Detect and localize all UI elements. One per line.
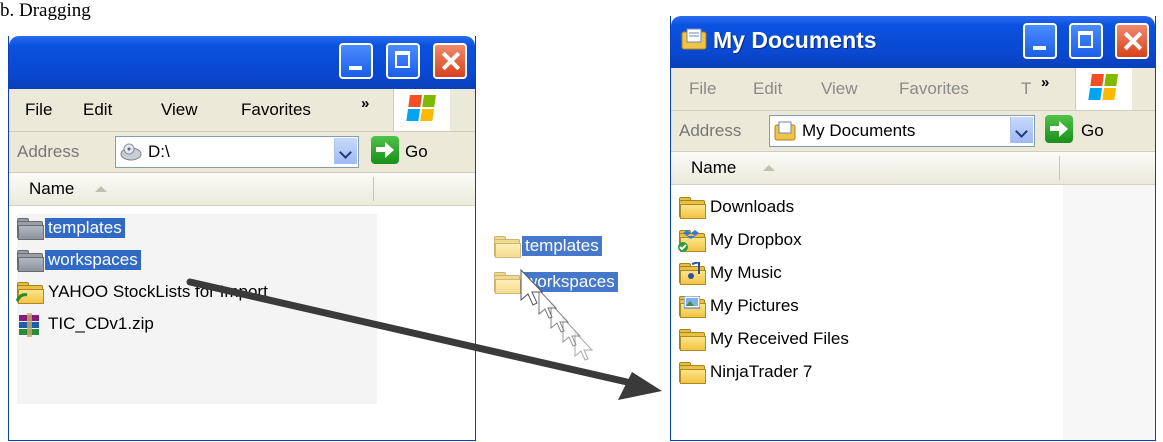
menu-favorites[interactable]: Favorites <box>241 100 311 120</box>
maximize-button[interactable] <box>386 43 420 79</box>
dropbox-folder-icon <box>678 229 706 252</box>
menu-overflow-chevron[interactable]: » <box>1041 74 1049 91</box>
title-bar[interactable]: My Documents <box>671 16 1155 68</box>
address-dropdown-button[interactable] <box>334 138 357 164</box>
column-header: Name <box>9 173 475 206</box>
menu-edit[interactable]: Edit <box>83 100 112 120</box>
column-separator[interactable] <box>373 177 374 201</box>
address-dropdown-button[interactable] <box>1010 117 1033 143</box>
menu-favorites[interactable]: Favorites <box>899 79 969 99</box>
folder-icon <box>679 361 706 384</box>
close-button[interactable] <box>433 43 467 79</box>
address-input[interactable]: D:\ <box>115 136 359 168</box>
column-name-header[interactable]: Name <box>29 179 74 199</box>
my-documents-icon <box>681 28 707 50</box>
shared-folder-icon <box>15 281 44 304</box>
sort-ascending-icon <box>95 186 107 192</box>
minimize-button[interactable] <box>1023 23 1057 59</box>
address-bar: Address D:\ Go <box>9 132 475 173</box>
go-button[interactable]: Go <box>1081 121 1104 141</box>
folder-icon <box>17 217 44 240</box>
cd-drive-icon <box>120 143 142 161</box>
windows-logo <box>393 89 450 131</box>
folder-icon <box>494 271 521 294</box>
go-button[interactable]: Go <box>405 142 428 162</box>
menu-edit[interactable]: Edit <box>753 79 782 99</box>
figure-caption: b. Dragging <box>0 0 91 21</box>
folder-icon <box>494 235 521 258</box>
window-title: My Documents <box>713 27 877 53</box>
folder-icon <box>679 196 706 219</box>
drag-ghost: templates workspaces <box>494 232 654 342</box>
windows-logo <box>1075 68 1132 110</box>
column-name-header[interactable]: Name <box>691 158 736 178</box>
column-separator[interactable] <box>1059 156 1060 180</box>
address-input[interactable]: My Documents <box>769 115 1035 147</box>
address-bar: Address My Documents Go <box>671 111 1155 152</box>
go-arrow-icon[interactable] <box>371 136 399 164</box>
address-value: D:\ <box>148 142 170 161</box>
menu-overflow-chevron[interactable]: » <box>361 95 369 112</box>
column-header: Name <box>671 152 1155 185</box>
maximize-button[interactable] <box>1069 23 1103 59</box>
menu-tools-truncated[interactable]: T <box>1021 79 1031 99</box>
explorer-window-drive-d: File Edit View Favorites » Address D:\ G… <box>8 36 476 441</box>
folder-icon <box>17 249 44 272</box>
title-bar[interactable] <box>9 36 475 89</box>
menu-view[interactable]: View <box>161 100 198 120</box>
file-list: templates workspaces YAHOO StockLists fo… <box>9 206 475 436</box>
menu-file[interactable]: File <box>25 100 52 120</box>
menu-file[interactable]: File <box>689 79 716 99</box>
folder-icon <box>679 328 706 351</box>
winrar-archive-icon <box>17 313 43 337</box>
menu-bar: File Edit View Favorites T » <box>671 68 1155 111</box>
file-list: Downloads My Dropbox My Music My Picture… <box>671 185 1155 440</box>
close-button[interactable] <box>1115 23 1149 59</box>
sort-ascending-icon <box>763 165 775 171</box>
my-documents-icon <box>774 121 796 141</box>
music-folder-icon <box>679 262 706 285</box>
address-label: Address <box>679 121 742 140</box>
menu-view[interactable]: View <box>821 79 858 99</box>
minimize-button[interactable] <box>339 43 373 79</box>
address-value: My Documents <box>802 121 916 140</box>
pictures-folder-icon <box>679 295 706 318</box>
menu-bar: File Edit View Favorites » <box>9 89 475 132</box>
go-arrow-icon[interactable] <box>1045 115 1073 143</box>
address-label: Address <box>17 142 80 161</box>
explorer-window-my-documents: My Documents File Edit View Favorites T … <box>670 16 1156 441</box>
